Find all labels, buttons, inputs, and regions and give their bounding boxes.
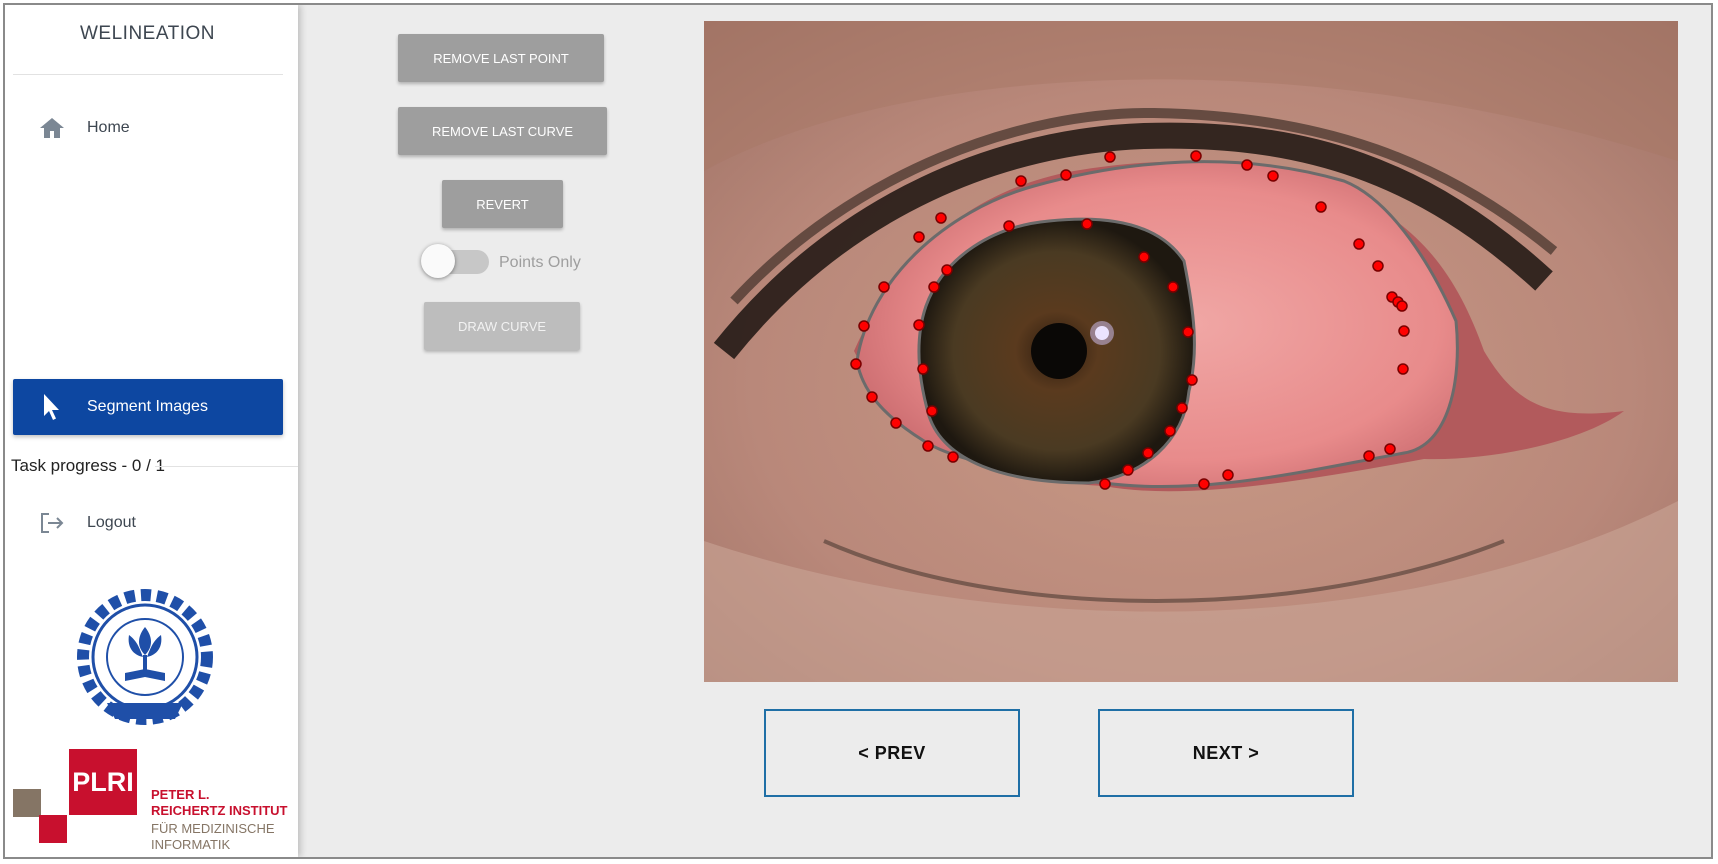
sidebar-item-label: Logout (87, 514, 136, 531)
cursor-arrow-icon (37, 394, 67, 420)
plri-logo: PLRI PETER L. REICHERTZ INSTITUT FÜR MED… (9, 747, 294, 857)
sidebar-item-label: Home (87, 119, 130, 136)
divider (13, 74, 283, 75)
plri-square (13, 789, 41, 817)
sidebar: WELINEATION Home Segment Images Task pro… (5, 5, 298, 857)
iit-logo (77, 589, 213, 725)
app-frame: WELINEATION Home Segment Images Task pro… (3, 3, 1713, 859)
sidebar-item-label: Segment Images (87, 398, 208, 415)
next-button[interactable]: NEXT > (1098, 709, 1354, 797)
sidebar-item-logout[interactable]: Logout (13, 495, 283, 551)
points-only-toggle[interactable] (421, 244, 491, 280)
task-progress: Task progress - 0 / 1 (11, 456, 166, 475)
draw-curve-button[interactable]: DRAW CURVE (424, 302, 580, 350)
points-only-label: Points Only (499, 254, 581, 271)
plri-name: PETER L. REICHERTZ INSTITUT (151, 787, 288, 818)
remove-last-curve-button[interactable]: REMOVE LAST CURVE (398, 107, 607, 155)
plri-square (39, 815, 67, 843)
eye-image[interactable] (704, 21, 1678, 682)
remove-last-point-button[interactable]: REMOVE LAST POINT (398, 34, 604, 82)
sidebar-item-segment-images[interactable]: Segment Images (13, 379, 283, 435)
home-icon (37, 115, 67, 141)
sidebar-item-home[interactable]: Home (13, 100, 283, 156)
toggle-knob (421, 244, 455, 278)
plri-mark: PLRI (69, 749, 137, 815)
logout-icon (37, 510, 67, 536)
revert-button[interactable]: REVERT (442, 180, 563, 228)
plri-subtitle: FÜR MEDIZINISCHE INFORMATIK (151, 821, 275, 852)
app-title: WELINEATION (80, 23, 215, 44)
image-canvas[interactable] (704, 21, 1678, 682)
prev-button[interactable]: < PREV (764, 709, 1020, 797)
divider (155, 466, 298, 467)
